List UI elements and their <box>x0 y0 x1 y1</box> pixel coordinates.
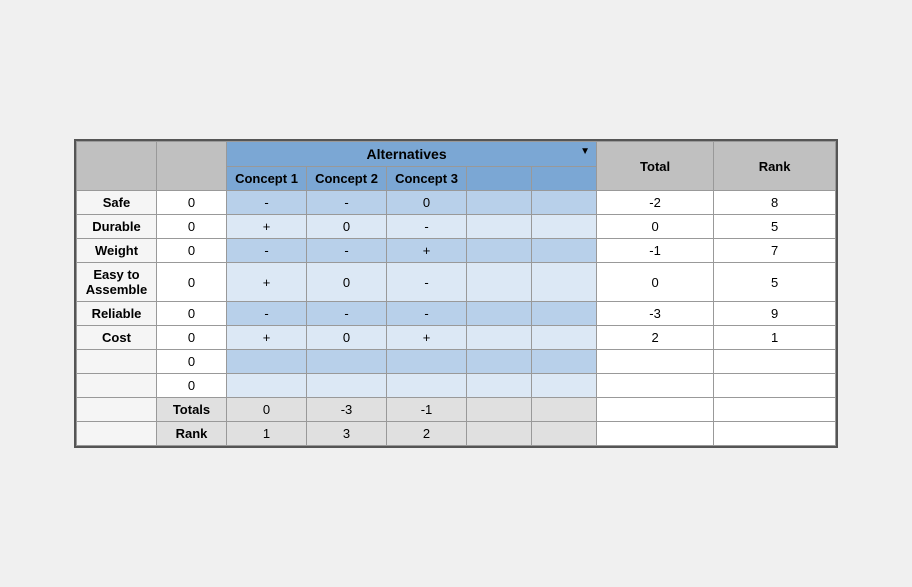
criteria-cell: Easy to Assemble <box>77 263 157 302</box>
rank-cell: 9 <box>714 302 836 326</box>
empty-cell-2 <box>532 215 597 239</box>
c1-cell: + <box>227 215 307 239</box>
c3-cell: + <box>387 239 467 263</box>
totals-empty-criteria <box>77 398 157 422</box>
empty-cell-2 <box>532 263 597 302</box>
baseline-cell: 0 <box>157 302 227 326</box>
c2-cell: 0 <box>307 263 387 302</box>
baseline-cell: 0 <box>157 326 227 350</box>
table-row: Safe 0 - - 0 -2 8 <box>77 191 836 215</box>
c1-cell: + <box>227 326 307 350</box>
alternatives-header: Alternatives ▼ <box>227 142 597 167</box>
c2-cell: - <box>307 191 387 215</box>
dropdown-icon[interactable]: ▼ <box>580 146 590 157</box>
total-cell: -3 <box>597 302 714 326</box>
totals-c2: -3 <box>307 398 387 422</box>
baseline-cell: 0 <box>157 215 227 239</box>
baseline-header <box>157 142 227 191</box>
baseline-cell: 0 <box>157 239 227 263</box>
c2-cell: - <box>307 239 387 263</box>
empty-baseline: 0 <box>157 374 227 398</box>
empty-cell-2 <box>532 302 597 326</box>
rank-cell: 1 <box>714 326 836 350</box>
totals-label-cell: Totals <box>157 398 227 422</box>
total-cell: 2 <box>597 326 714 350</box>
total-cell: -2 <box>597 191 714 215</box>
c3-cell: + <box>387 326 467 350</box>
c1-cell: - <box>227 302 307 326</box>
empty-cell-1 <box>467 215 532 239</box>
alternatives-label: Alternatives <box>366 146 446 162</box>
c3-cell: 0 <box>387 191 467 215</box>
rank-cell: 8 <box>714 191 836 215</box>
empty-criteria <box>77 374 157 398</box>
table-row: Cost 0 + 0 + 2 1 <box>77 326 836 350</box>
rank-cell: 7 <box>714 239 836 263</box>
criteria-cell: Safe <box>77 191 157 215</box>
empty-cell-1 <box>467 302 532 326</box>
criteria-cell: Cost <box>77 326 157 350</box>
total-cell: -1 <box>597 239 714 263</box>
empty-cell-2 <box>532 326 597 350</box>
c3-cell: - <box>387 302 467 326</box>
empty-cell-1 <box>467 263 532 302</box>
concept2-header: Concept 2 <box>307 167 387 191</box>
rank-cell: 5 <box>714 263 836 302</box>
totals-c3: -1 <box>387 398 467 422</box>
empty-cell-1 <box>467 239 532 263</box>
c2-cell: 0 <box>307 215 387 239</box>
concept1-header: Concept 1 <box>227 167 307 191</box>
baseline-cell: 0 <box>157 263 227 302</box>
empty-criteria <box>77 350 157 374</box>
empty-header-2 <box>532 167 597 191</box>
total-header: Total <box>597 142 714 191</box>
rank-c3: 2 <box>387 422 467 446</box>
rank-c1: 1 <box>227 422 307 446</box>
baseline-cell: 0 <box>157 191 227 215</box>
c3-cell: - <box>387 263 467 302</box>
c1-cell: + <box>227 263 307 302</box>
table-row: Weight 0 - - + -1 7 <box>77 239 836 263</box>
empty-row-2: 0 <box>77 374 836 398</box>
comparison-table: Alternatives ▼ Total Rank Concept 1 Conc… <box>76 141 836 446</box>
c2-cell: - <box>307 302 387 326</box>
main-table-wrapper: Alternatives ▼ Total Rank Concept 1 Conc… <box>74 139 838 448</box>
empty-cell-1 <box>467 326 532 350</box>
rank-row: Rank 1 3 2 <box>77 422 836 446</box>
empty-row-1: 0 <box>77 350 836 374</box>
table-row: Reliable 0 - - - -3 9 <box>77 302 836 326</box>
c1-cell: - <box>227 239 307 263</box>
empty-baseline: 0 <box>157 350 227 374</box>
empty-header-1 <box>467 167 532 191</box>
table-row: Durable 0 + 0 - 0 5 <box>77 215 836 239</box>
rank-cell: 5 <box>714 215 836 239</box>
totals-row: Totals 0 -3 -1 <box>77 398 836 422</box>
c2-cell: 0 <box>307 326 387 350</box>
rank-empty-criteria <box>77 422 157 446</box>
total-label: Total <box>640 159 670 174</box>
rank-label-cell: Rank <box>157 422 227 446</box>
total-cell: 0 <box>597 215 714 239</box>
total-cell: 0 <box>597 263 714 302</box>
criteria-cell: Weight <box>77 239 157 263</box>
c1-cell: - <box>227 191 307 215</box>
rank-c2: 3 <box>307 422 387 446</box>
empty-cell-2 <box>532 239 597 263</box>
criteria-header <box>77 142 157 191</box>
criteria-cell: Durable <box>77 215 157 239</box>
rank-header: Rank <box>714 142 836 191</box>
table-row: Easy to Assemble 0 + 0 - 0 5 <box>77 263 836 302</box>
empty-cell-1 <box>467 191 532 215</box>
empty-cell-2 <box>532 191 597 215</box>
c3-cell: - <box>387 215 467 239</box>
totals-c1: 0 <box>227 398 307 422</box>
concept3-header: Concept 3 <box>387 167 467 191</box>
criteria-cell: Reliable <box>77 302 157 326</box>
rank-label: Rank <box>759 159 791 174</box>
